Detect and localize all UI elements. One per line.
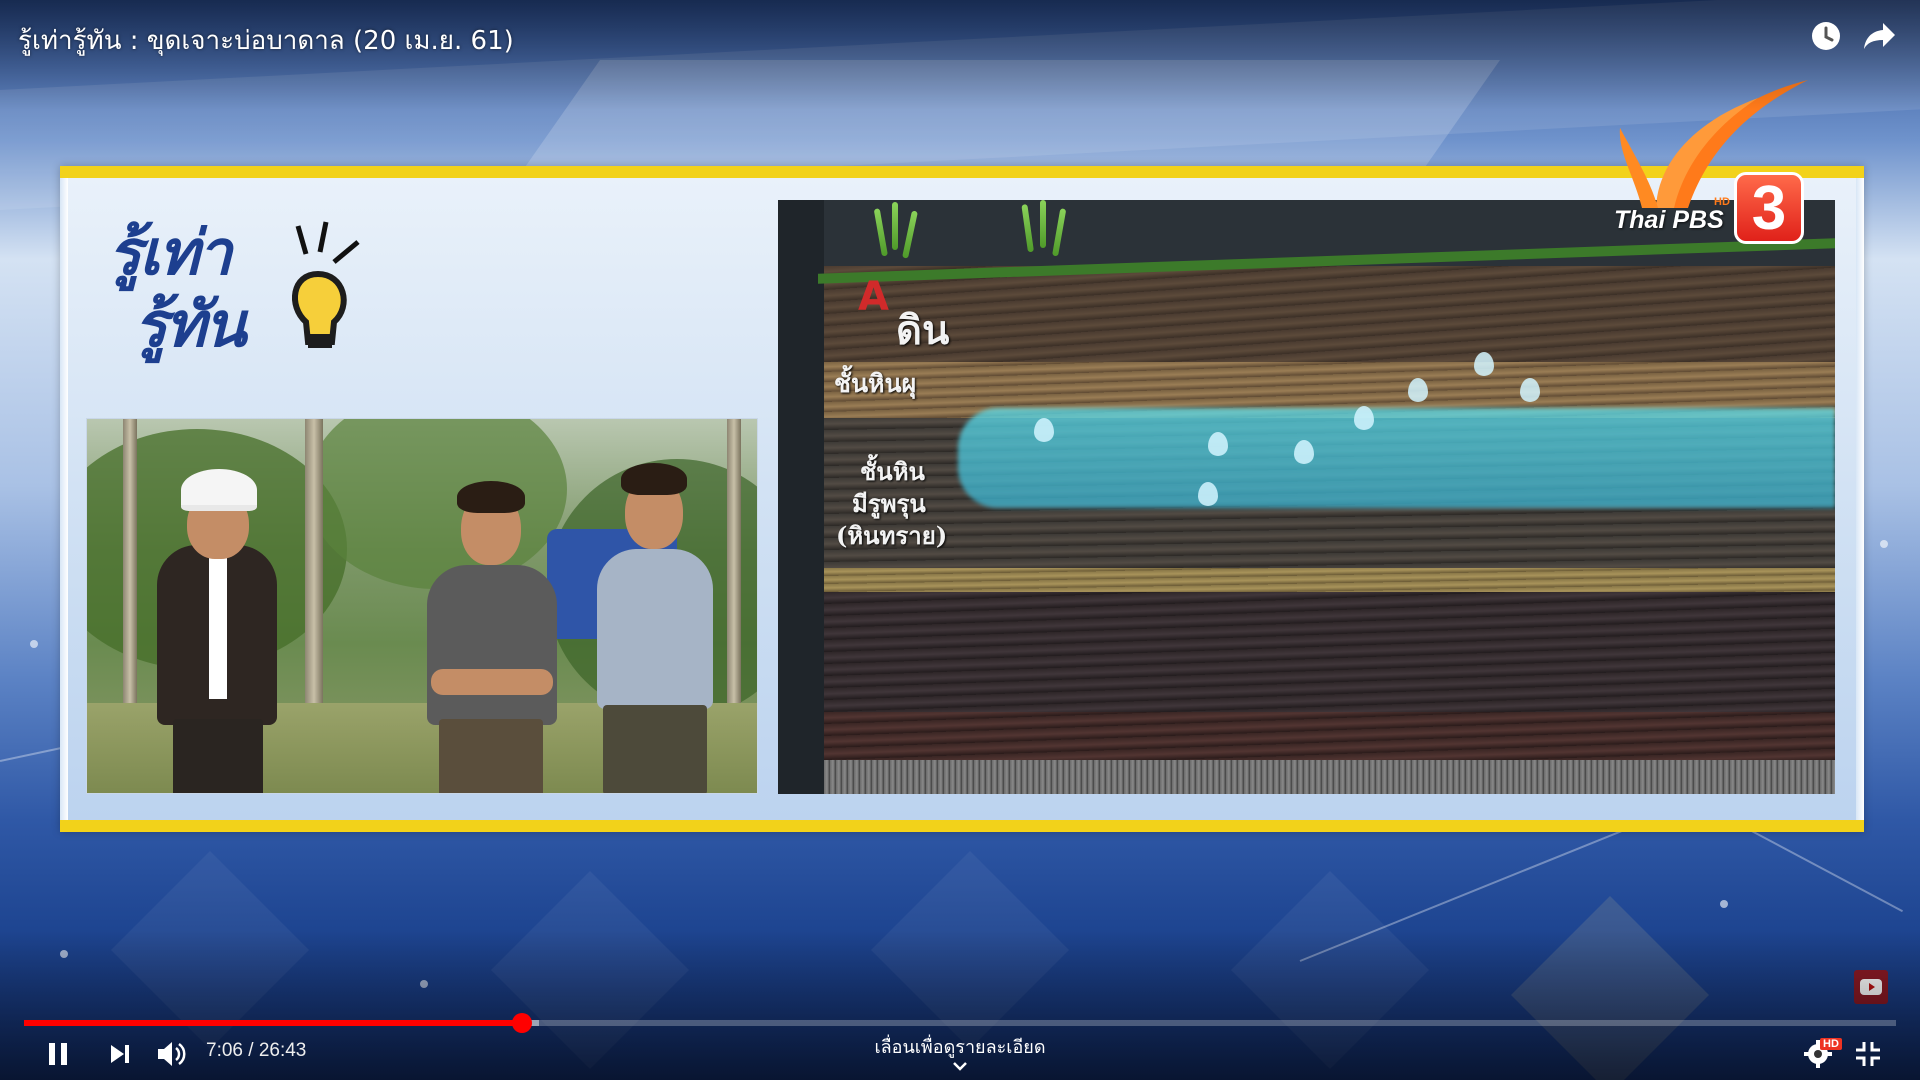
water-drop [1408, 378, 1428, 402]
lightbulb-icon [291, 221, 360, 348]
share-arrow-icon [1864, 23, 1895, 49]
hd-badge: HD [1820, 1038, 1842, 1050]
person-host-2 [587, 459, 727, 793]
water-drop [1034, 418, 1054, 442]
progress-played [24, 1020, 522, 1026]
grass-sprout [1040, 200, 1046, 248]
share-button[interactable] [1862, 18, 1898, 54]
water-drop [1208, 432, 1228, 456]
clock-icon [1812, 22, 1840, 50]
show-logo-line2: รู้ทัน [134, 288, 247, 361]
background-dot [30, 640, 38, 648]
grass-sprout [1021, 204, 1034, 253]
exit-fullscreen-button[interactable] [1844, 1036, 1892, 1072]
stratum-topsoil [824, 266, 1835, 362]
label-porous-rock-line3: (หินทราย) [836, 521, 948, 550]
scroll-hint[interactable]: เลื่อนเพื่อดูรายละเอียด [0, 1032, 1920, 1061]
groundwater-diagram: A ดิน ชั้นหินผุ ชั้นหิน มีรูพรุน (หินทรา… [778, 200, 1835, 794]
channel-name: Thai PBS [1614, 206, 1724, 234]
background-dot [1720, 900, 1728, 908]
water-drop [1198, 482, 1218, 506]
background-dot [1880, 540, 1888, 548]
grass-sprout [902, 210, 918, 259]
stratum-sand-band [824, 568, 1835, 592]
layer-marker: A [858, 274, 889, 320]
show-logo: รู้เท่า รู้ทัน [108, 194, 368, 364]
grass-sprout [1052, 208, 1067, 257]
video-player[interactable]: รู้เท่า รู้ทัน A ดิน ชั้นหินผุ ชั้นหิน ม… [0, 0, 1920, 1080]
stratum-gravel [824, 760, 1835, 794]
exit-fullscreen-icon [1856, 1042, 1880, 1066]
frame-right-edge [1856, 178, 1864, 820]
person-engineer [147, 469, 307, 793]
person-host-1 [417, 479, 567, 793]
settings-button[interactable]: HD [1794, 1036, 1842, 1072]
water-drop [1474, 352, 1494, 376]
grass-sprout [873, 208, 888, 257]
label-weathered-rock: ชั้นหินผุ [834, 369, 917, 398]
watch-later-button[interactable] [1808, 18, 1844, 54]
water-drop [1520, 378, 1540, 402]
diagram-side-panel [778, 200, 824, 794]
chevron-down-icon[interactable] [950, 1058, 970, 1074]
frame-left-edge [60, 178, 68, 820]
interview-photo [86, 418, 758, 794]
grass-sprout [892, 202, 898, 250]
stratum-dark-rock [824, 592, 1835, 712]
water-drop [1354, 406, 1374, 430]
channel-hd-mark: HD [1714, 196, 1730, 208]
progress-bar[interactable] [24, 1013, 1896, 1033]
water-drop [1294, 440, 1314, 464]
video-title[interactable]: รู้เท่ารู้ทัน : ขุดเจาะบ่อบาดาล (20 เม.ย… [18, 20, 514, 61]
progress-scrubber[interactable] [511, 1013, 532, 1033]
label-soil: ดิน [896, 307, 950, 354]
groundwater-layer [958, 408, 1835, 508]
channel-number: 3 [1734, 172, 1804, 244]
